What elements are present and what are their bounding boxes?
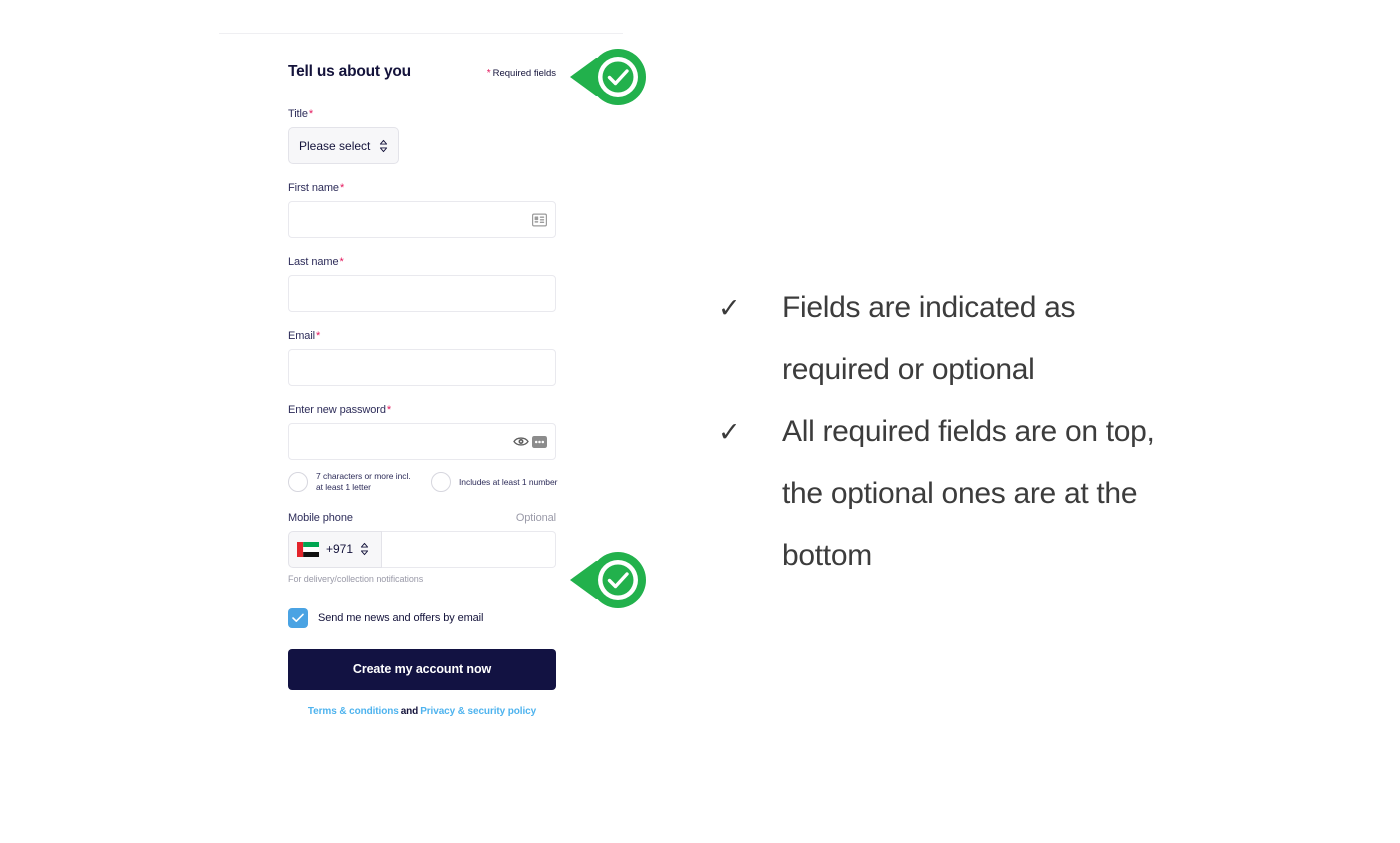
field-email-required-marker: * [316, 330, 320, 342]
title-select[interactable]: Please select [288, 127, 399, 164]
first-name-input[interactable] [289, 202, 555, 237]
phone-number-input-wrapper[interactable] [382, 531, 556, 568]
list-item: bottom [718, 526, 1278, 586]
last-name-input[interactable] [289, 276, 555, 311]
password-requirements: 7 characters or more incl. at least 1 le… [288, 471, 558, 494]
field-email: Email* [288, 330, 558, 386]
password-input-wrapper[interactable] [288, 423, 556, 460]
field-title-required-marker: * [309, 108, 313, 120]
eye-reveal-icon[interactable] [513, 436, 530, 448]
password-requirement-item: Includes at least 1 number [431, 471, 558, 494]
signup-form: Tell us about you *Required fields Title… [288, 60, 558, 717]
field-last-name-label: Last name* [288, 256, 558, 268]
legal-links: Terms & conditionsandPrivacy & security … [288, 706, 556, 717]
form-header: Tell us about you *Required fields [288, 60, 558, 90]
legal-conjunction: and [401, 706, 418, 717]
field-email-label-text: Email [288, 330, 315, 342]
field-title-label: Title* [288, 108, 558, 120]
field-first-name-label-text: First name [288, 182, 339, 194]
email-field[interactable] [289, 350, 555, 385]
note-text: required or optional [782, 340, 1035, 400]
field-password-label: Enter new password* [288, 404, 558, 416]
list-item: ✓ All required fields are on top, [718, 402, 1278, 462]
required-asterisk-legend: * [487, 68, 491, 79]
top-divider-rule [219, 33, 623, 34]
green-check-arrow-badge [560, 46, 652, 108]
checkmark-icon [292, 613, 304, 623]
list-item: the optional ones are at the [718, 464, 1278, 524]
contact-card-autofill-icon[interactable] [532, 213, 547, 226]
required-fields-callout [560, 46, 652, 108]
newsletter-checkbox-row[interactable]: Send me news and offers by email [288, 608, 558, 628]
field-last-name: Last name* [288, 256, 558, 312]
requirement-status-circle-icon [288, 472, 308, 492]
country-code-select[interactable]: +971 [288, 531, 382, 568]
note-text: the optional ones are at the [782, 464, 1137, 524]
last-name-input-wrapper[interactable] [288, 275, 556, 312]
title-select-value: Please select [299, 139, 370, 153]
field-title-label-text: Title [288, 108, 308, 120]
check-bullet-icon: ✓ [718, 278, 782, 338]
annotation-notes: ✓ Fields are indicated as required or op… [718, 278, 1278, 588]
password-requirement-text: 7 characters or more incl. at least 1 le… [316, 471, 415, 494]
password-requirement-text: Includes at least 1 number [459, 477, 557, 488]
note-text: All required fields are on top, [782, 402, 1155, 462]
newsletter-checkbox-label: Send me news and offers by email [318, 612, 483, 624]
field-first-name: First name* [288, 182, 558, 238]
create-account-button[interactable]: Create my account now [288, 649, 556, 690]
field-first-name-label: First name* [288, 182, 558, 194]
requirement-status-circle-icon [431, 472, 451, 492]
phone-number-input[interactable] [382, 532, 555, 567]
country-code-value: +971 [326, 542, 353, 556]
field-title: Title* Please select [288, 108, 558, 164]
uae-flag-icon [297, 542, 319, 557]
field-mobile-phone: Mobile phone Optional +971 [288, 512, 558, 584]
field-password-required-marker: * [387, 404, 391, 416]
check-bullet-icon: ✓ [718, 402, 782, 462]
optional-field-callout [560, 549, 652, 611]
green-check-arrow-badge [560, 549, 652, 611]
phone-helper-text: For delivery/collection notifications [288, 574, 558, 584]
required-fields-note: *Required fields [487, 68, 556, 79]
field-password: Enter new password* [288, 404, 558, 494]
phone-input-group: +971 [288, 531, 556, 568]
note-text: bottom [782, 526, 872, 586]
mobile-phone-label-row: Mobile phone Optional [288, 512, 556, 524]
list-item: ✓ Fields are indicated as [718, 278, 1278, 338]
password-dots-icon[interactable] [532, 435, 547, 448]
field-last-name-required-marker: * [339, 256, 343, 268]
field-last-name-label-text: Last name [288, 256, 338, 268]
chevron-updown-icon [360, 542, 369, 556]
page-title: Tell us about you [288, 63, 411, 81]
field-first-name-required-marker: * [340, 182, 344, 194]
privacy-policy-link[interactable]: Privacy & security policy [420, 706, 536, 717]
field-email-label: Email* [288, 330, 558, 342]
email-input-wrapper[interactable] [288, 349, 556, 386]
password-requirement-item: 7 characters or more incl. at least 1 le… [288, 471, 415, 494]
newsletter-checkbox[interactable] [288, 608, 308, 628]
first-name-input-wrapper[interactable] [288, 201, 556, 238]
optional-tag: Optional [516, 512, 556, 524]
chevron-updown-icon [379, 139, 388, 153]
list-item: required or optional [718, 340, 1278, 400]
field-password-label-text: Enter new password [288, 404, 386, 416]
password-input-icons[interactable] [513, 435, 547, 448]
note-text: Fields are indicated as [782, 278, 1075, 338]
required-fields-label: Required fields [493, 68, 556, 79]
field-mobile-phone-label: Mobile phone [288, 512, 353, 524]
terms-and-conditions-link[interactable]: Terms & conditions [308, 706, 399, 717]
